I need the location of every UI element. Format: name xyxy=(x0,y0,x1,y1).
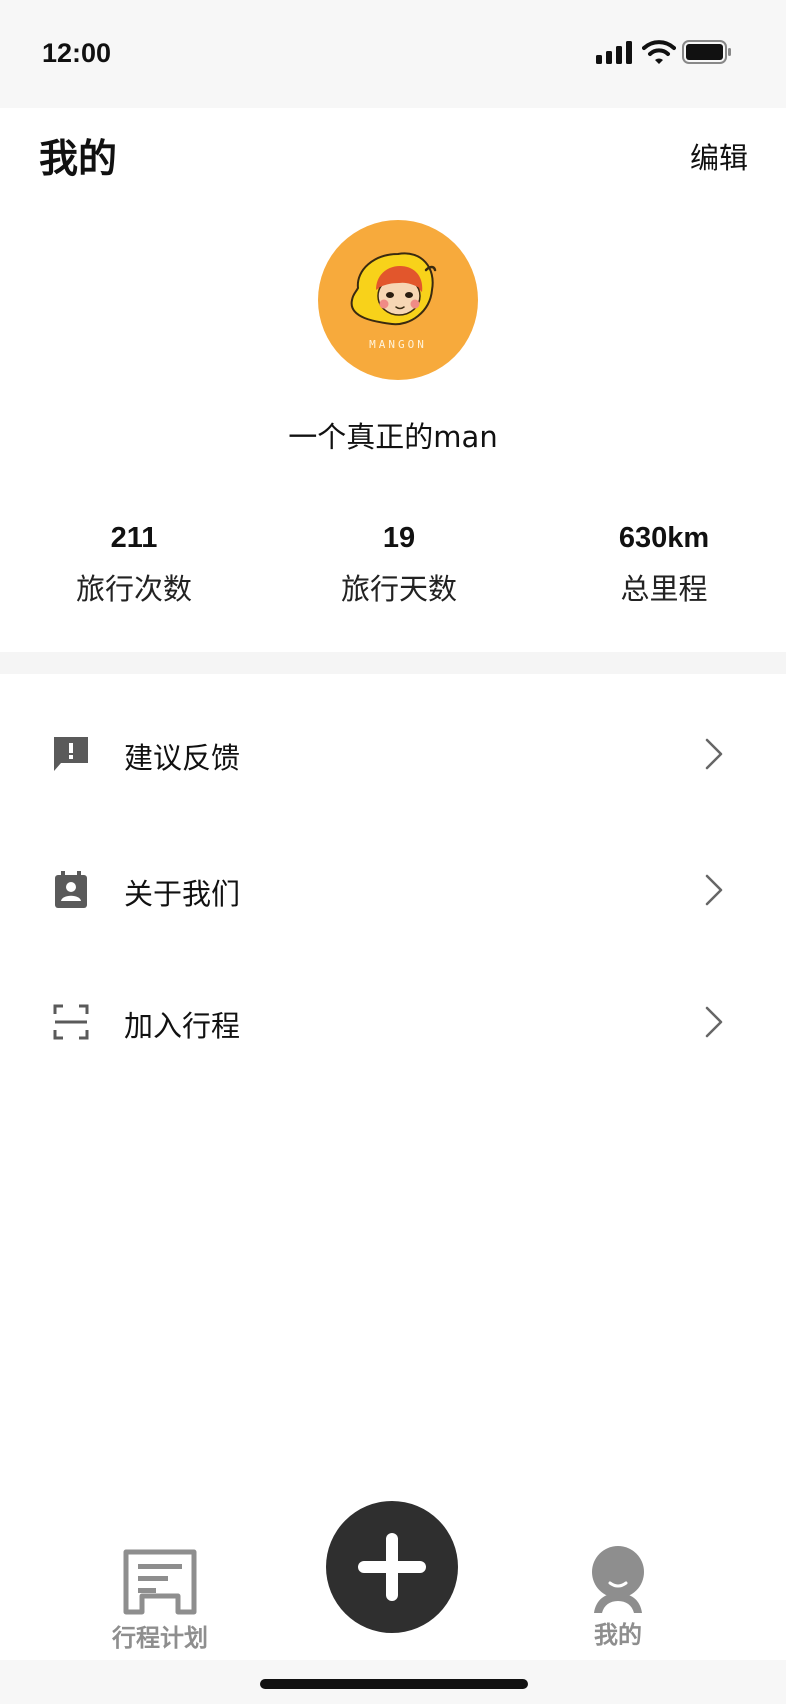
stat-trip-count: 211 旅行次数 xyxy=(24,522,244,608)
stat-label: 旅行天数 xyxy=(340,572,457,606)
menu-item-join-trip[interactable]: 加入行程 xyxy=(0,977,786,1067)
menu-item-feedback[interactable]: 建议反馈 xyxy=(0,709,786,799)
page-title: 我的 xyxy=(39,137,118,182)
avatar-brand-text: MANGON xyxy=(369,338,427,351)
tab-mine[interactable]: 我的 xyxy=(548,1545,688,1650)
home-indicator[interactable] xyxy=(260,1679,528,1689)
signal-icon xyxy=(596,41,632,64)
battery-icon xyxy=(682,40,731,64)
stat-trip-days: 19 旅行天数 xyxy=(289,522,509,608)
stat-total-distance: 630km 总里程 xyxy=(554,522,774,608)
stat-label: 总里程 xyxy=(620,572,708,606)
status-time: 12:00 xyxy=(42,38,112,68)
tab-label: 我的 xyxy=(594,1621,642,1649)
tab-label: 行程计划 xyxy=(112,1624,208,1652)
menu-item-about-us[interactable]: 关于我们 xyxy=(0,845,786,935)
chevron-right-icon xyxy=(705,1006,723,1038)
add-trip-button[interactable] xyxy=(326,1501,458,1633)
stat-label: 旅行次数 xyxy=(75,572,192,606)
scan-icon xyxy=(53,1004,89,1040)
contact-card-icon xyxy=(55,871,87,908)
avatar[interactable]: MANGON xyxy=(318,220,478,380)
menu-item-label: 建议反馈 xyxy=(124,741,241,775)
wifi-icon xyxy=(642,40,676,64)
stat-value: 630km xyxy=(618,522,710,554)
stat-value: 19 xyxy=(382,522,416,554)
status-bar: 12:00 xyxy=(0,0,786,108)
trip-plan-icon xyxy=(123,1549,197,1615)
stat-value: 211 xyxy=(110,522,158,554)
chevron-right-icon xyxy=(705,874,723,906)
tab-trip-plan[interactable]: 行程计划 xyxy=(90,1548,230,1653)
feedback-icon xyxy=(54,737,88,771)
edit-button[interactable]: 编辑 xyxy=(690,135,748,177)
chevron-right-icon xyxy=(705,738,723,770)
plus-icon xyxy=(358,1533,426,1601)
menu-item-label: 关于我们 xyxy=(124,877,241,911)
username: 一个真正的man xyxy=(288,420,498,454)
user-face-icon xyxy=(592,1546,644,1613)
menu-item-label: 加入行程 xyxy=(124,1009,241,1043)
mango-mascot-icon xyxy=(350,252,437,326)
section-divider xyxy=(0,652,786,674)
